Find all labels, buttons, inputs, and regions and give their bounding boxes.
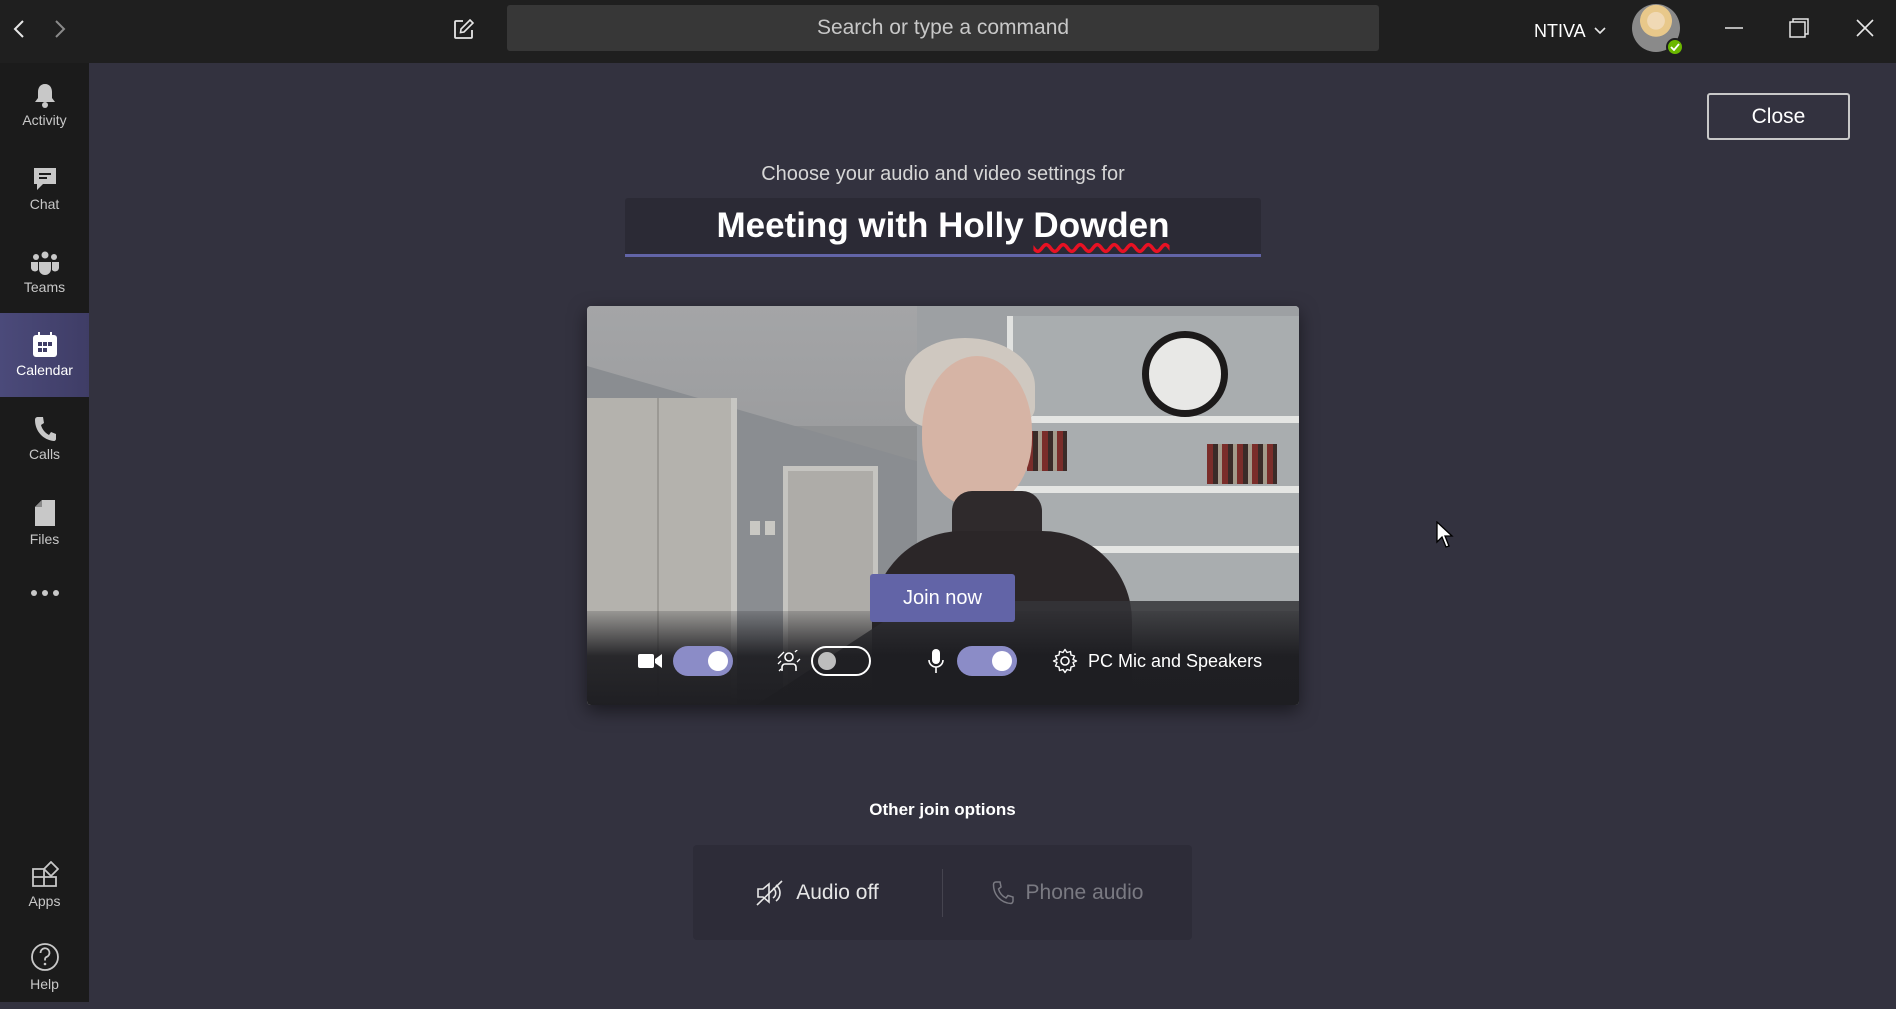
sidebar-item-calendar[interactable]: Calendar (0, 313, 89, 397)
phone-icon (992, 880, 1014, 904)
search-placeholder: Search or type a command (816, 16, 1070, 39)
sidebar-item-files[interactable]: Files (0, 481, 89, 565)
app-bar: Activity Chat Teams Calendar Calls Files… (0, 63, 89, 1002)
close-button[interactable]: Close (1707, 93, 1850, 140)
more-icon (30, 590, 59, 596)
org-name: NTIVA (1534, 20, 1586, 41)
phone-audio-label: Phone audio (1025, 880, 1144, 904)
close-icon (1856, 19, 1874, 37)
new-chat-button[interactable] (448, 13, 480, 45)
other-join-options: Audio off Phone audio (693, 845, 1192, 940)
sidebar-label: Help (30, 976, 59, 992)
sidebar-label: Calendar (16, 362, 73, 378)
sidebar-item-teams[interactable]: Teams (0, 231, 89, 315)
restore-icon (1789, 18, 1809, 38)
minimize-button[interactable] (1714, 10, 1754, 46)
phone-audio-option[interactable]: Phone audio (943, 845, 1192, 940)
compose-icon (454, 18, 475, 39)
sidebar-item-help[interactable]: Help (0, 925, 89, 1009)
sidebar-label: Teams (23, 279, 66, 295)
search-input[interactable]: Search or type a command (507, 5, 1379, 51)
meeting-title-misspelled-word: Dowden (1033, 206, 1170, 245)
bell-icon (34, 84, 55, 108)
restore-button[interactable] (1779, 10, 1819, 46)
camera-control (637, 641, 733, 681)
sidebar-item-chat[interactable]: Chat (0, 147, 89, 231)
join-now-button[interactable]: Join now (870, 574, 1015, 622)
audio-off-option[interactable]: Audio off (693, 845, 942, 940)
minimize-icon (1725, 27, 1743, 29)
gear-icon (1052, 648, 1078, 674)
sidebar-label: Chat (29, 196, 60, 212)
sidebar-item-apps[interactable]: Apps (0, 843, 89, 927)
video-preview: Join now PC Mic and Speakers (587, 306, 1299, 705)
chat-icon (33, 168, 56, 190)
background-blur-control (777, 641, 871, 681)
sidebar-label: Activity (22, 112, 67, 128)
meeting-title-text: Meeting with Holly (716, 206, 1034, 245)
sidebar-item-calls[interactable]: Calls (0, 397, 89, 481)
meeting-title: Meeting with Holly Dowden (716, 206, 1169, 246)
chevron-right-icon (55, 20, 66, 38)
device-controls: PC Mic and Speakers (587, 641, 1299, 681)
audio-device-settings[interactable]: PC Mic and Speakers (1052, 641, 1262, 681)
background-blur-icon (777, 650, 801, 672)
sidebar-label: Apps (28, 893, 61, 909)
camera-icon (638, 654, 662, 668)
camera-toggle[interactable] (673, 646, 733, 676)
sidebar-label: Files (29, 531, 60, 547)
audio-off-label: Audio off (796, 880, 879, 904)
forward-button[interactable] (45, 14, 75, 44)
settings-subtitle: Choose your audio and video settings for (761, 163, 1125, 185)
teams-icon (30, 251, 59, 275)
clock-image (1142, 331, 1228, 417)
meeting-title-field[interactable]: Meeting with Holly Dowden (625, 198, 1261, 257)
microphone-icon (928, 649, 944, 673)
help-icon (30, 943, 59, 971)
window-close-button[interactable] (1845, 10, 1885, 46)
microphone-control (927, 641, 1017, 681)
background-blur-toggle[interactable] (811, 646, 871, 676)
apps-icon (31, 861, 59, 887)
title-bar: Search or type a command NTIVA (0, 0, 1896, 63)
chevron-down-icon (1594, 27, 1606, 35)
sidebar-more-button[interactable] (0, 563, 89, 623)
microphone-toggle[interactable] (957, 646, 1017, 676)
phone-icon (34, 417, 56, 441)
chevron-left-icon (13, 20, 24, 38)
calendar-icon (32, 332, 57, 357)
profile-avatar[interactable] (1632, 4, 1684, 56)
presence-available-icon (1666, 38, 1684, 56)
back-button[interactable] (4, 14, 34, 44)
file-icon (34, 500, 55, 526)
sidebar-item-activity[interactable]: Activity (0, 63, 89, 147)
other-join-options-heading: Other join options (869, 800, 1016, 819)
speaker-off-icon (756, 879, 783, 906)
org-switcher[interactable]: NTIVA (1534, 16, 1606, 46)
sidebar-label: Calls (28, 446, 61, 462)
audio-device-label: PC Mic and Speakers (1088, 650, 1263, 671)
